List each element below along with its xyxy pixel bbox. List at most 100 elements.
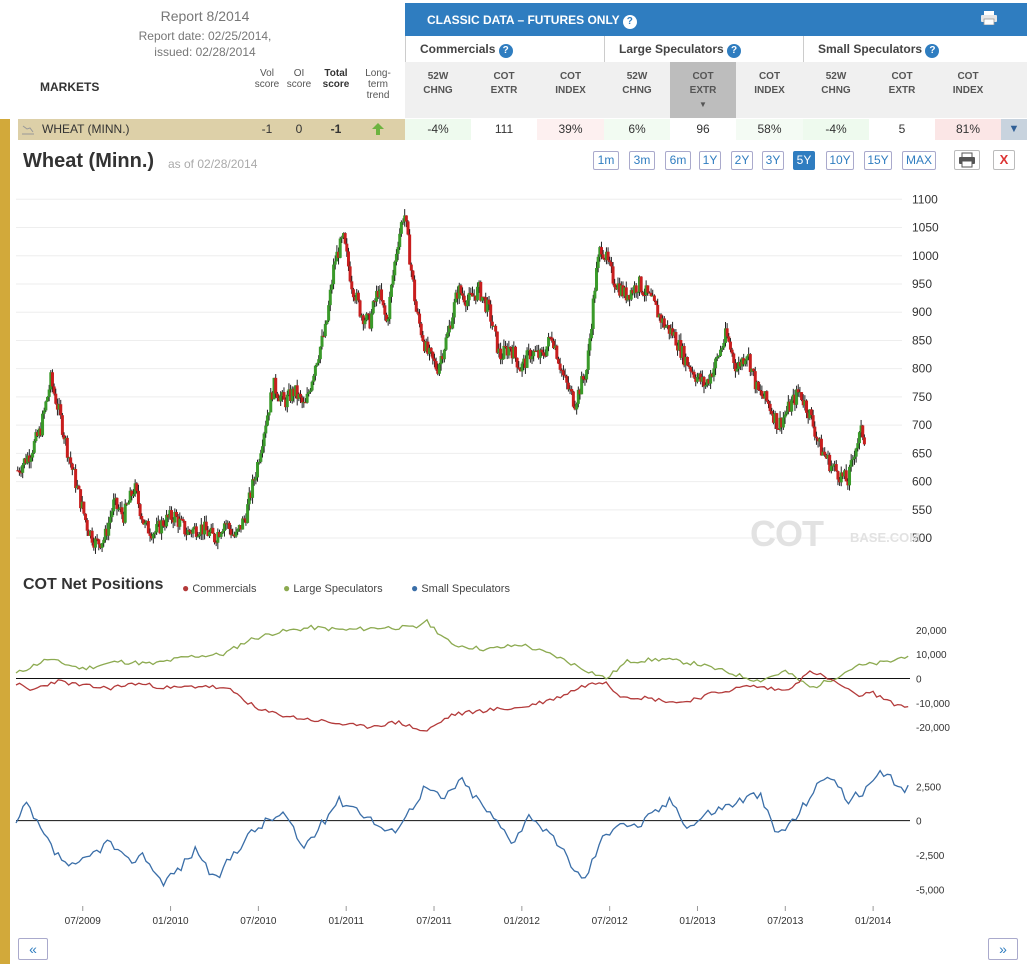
range-max-button[interactable]: MAX — [902, 151, 936, 170]
range-3m-button[interactable]: 3m — [629, 151, 655, 170]
range-10y-button[interactable]: 10Y — [826, 151, 854, 170]
candle-body — [222, 523, 226, 532]
col-cot-extr-sorted[interactable]: COT EXTR ▼ — [670, 62, 736, 118]
candle-body — [520, 363, 524, 372]
candle-body — [285, 394, 289, 408]
y-tick-label: 900 — [912, 305, 932, 319]
classic-data-title-text: CLASSIC DATA – FUTURES ONLY — [427, 13, 620, 27]
help-icon[interactable]: ? — [727, 44, 742, 58]
range-1m-button[interactable]: 1m — [593, 151, 619, 170]
col-52w-chng[interactable]: 52W CHNG — [405, 62, 471, 118]
legend-small-speculators[interactable]: ● Small Speculators — [411, 581, 510, 595]
candle-body — [408, 234, 412, 265]
y-tick-label: -5,000 — [916, 885, 945, 896]
candle-body — [550, 337, 554, 341]
candle-body — [608, 260, 612, 262]
vol-score-header: Vol score — [252, 68, 282, 90]
candle-body — [490, 321, 494, 326]
candle-body — [611, 266, 615, 284]
range-15y-button[interactable]: 15Y — [864, 151, 892, 170]
candle-body — [720, 347, 724, 350]
group-large-speculators-label: Large Speculators — [619, 42, 724, 56]
watermark-logo: COT — [750, 513, 824, 554]
candle-body — [411, 270, 415, 280]
candle-body — [452, 302, 456, 318]
mini-chart-icon — [22, 125, 34, 135]
group-small-speculators-label: Small Speculators — [818, 42, 923, 56]
collapse-row-icon[interactable]: ▼ — [1001, 119, 1027, 140]
cell-large-extr: 96 — [696, 122, 710, 136]
candle-body — [127, 502, 131, 505]
help-icon[interactable]: ? — [622, 15, 637, 29]
candle-body — [831, 465, 835, 467]
range-5y-button[interactable]: 5Y — [793, 151, 815, 170]
help-icon[interactable]: ? — [498, 44, 513, 58]
candle-body — [140, 516, 144, 520]
col-52w-chng[interactable]: 52W CHNG — [604, 62, 670, 118]
series-small-speculators — [15, 769, 909, 888]
x-tick-label: 07/2010 — [240, 916, 277, 927]
legend-commercials[interactable]: ● Commercials — [182, 581, 257, 595]
y-tick-label: 750 — [912, 390, 932, 404]
candle-body — [581, 376, 585, 380]
col-spacer — [1001, 62, 1027, 118]
print-chart-button[interactable] — [954, 150, 980, 170]
close-chart-button[interactable]: X — [993, 150, 1015, 170]
candle-body — [305, 393, 309, 403]
candle-body — [513, 346, 517, 358]
candle-body — [862, 437, 866, 445]
col-cot-index[interactable]: COT INDEX — [736, 62, 803, 118]
candle-body — [609, 261, 613, 267]
candle-body — [444, 337, 448, 350]
market-row-wheat[interactable]: WHEAT (MINN.) -1 0 -1 — [18, 119, 405, 140]
candle-body — [790, 400, 794, 412]
candle-body — [714, 358, 718, 369]
legend-large-speculators[interactable]: ● Large Speculators — [283, 581, 383, 595]
candle-body — [596, 256, 600, 269]
range-2y-button[interactable]: 2Y — [731, 151, 753, 170]
cell-small-52w: -4% — [803, 119, 869, 140]
next-button[interactable]: » — [988, 938, 1018, 960]
previous-button[interactable]: « — [18, 938, 48, 960]
candle-body — [760, 390, 764, 397]
close-icon: X — [999, 152, 1009, 167]
range-6m-button[interactable]: 6m — [665, 151, 691, 170]
candle-body — [69, 457, 73, 464]
candle-body — [227, 522, 231, 530]
candle-body — [260, 446, 264, 454]
col-cot-extr[interactable]: COT EXTR — [869, 62, 935, 118]
candle-body — [674, 332, 678, 346]
candle-body — [431, 351, 435, 359]
candle-body — [174, 511, 178, 517]
candle-body — [267, 412, 271, 416]
y-tick-label: 850 — [912, 333, 932, 347]
y-tick-label: 1050 — [912, 221, 939, 235]
range-1y-button[interactable]: 1Y — [699, 151, 721, 170]
candle-body — [517, 367, 521, 369]
col-cot-extr[interactable]: COT EXTR — [471, 62, 537, 118]
candle-body — [462, 295, 466, 303]
col-cot-index[interactable]: COT INDEX — [935, 62, 1001, 118]
candle-body — [849, 460, 853, 467]
print-icon[interactable] — [981, 11, 997, 25]
candle-body — [54, 393, 58, 404]
help-icon[interactable]: ? — [925, 44, 940, 58]
candle-body — [338, 238, 342, 258]
cell-small-index: 81% — [935, 119, 1001, 140]
col-52w-chng[interactable]: 52W CHNG — [803, 62, 869, 118]
candle-body — [689, 367, 693, 372]
sort-down-icon: ▼ — [699, 100, 707, 109]
selected-row-indicator — [0, 119, 10, 964]
range-3y-button[interactable]: 3Y — [762, 151, 784, 170]
col-cot-index[interactable]: COT INDEX — [537, 62, 604, 118]
candle-body — [264, 425, 268, 434]
candle-body — [725, 328, 729, 337]
candle-body — [857, 432, 861, 444]
candle-body — [432, 358, 436, 362]
candle-body — [371, 301, 375, 314]
candle-body — [467, 292, 471, 301]
y-tick-label: 10,000 — [916, 650, 947, 661]
x-tick-label: 07/2013 — [767, 916, 804, 927]
candle-body — [475, 286, 479, 301]
total-score-header: Total score — [318, 68, 354, 90]
